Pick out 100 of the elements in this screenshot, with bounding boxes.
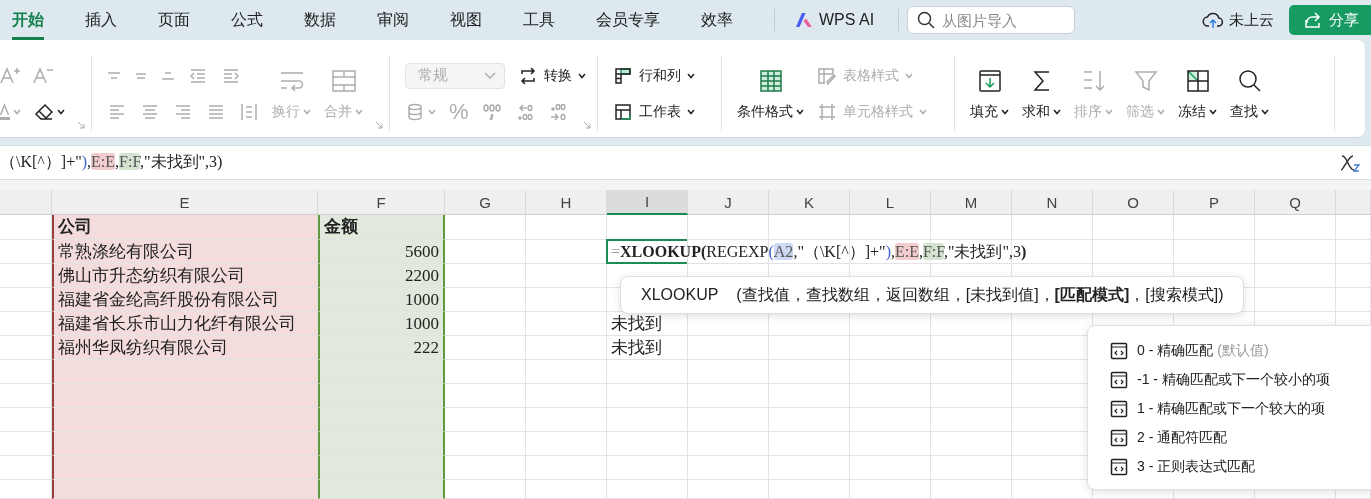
table-cell: 未找到 bbox=[607, 336, 688, 360]
menu-tab[interactable]: 公式 bbox=[231, 0, 263, 40]
share-icon bbox=[1303, 11, 1323, 29]
table-cell: 福建省长乐市山力化纤有限公司 bbox=[52, 312, 318, 336]
table-style-icon bbox=[817, 65, 837, 86]
ribbon-button[interactable]: 填充 bbox=[970, 66, 1009, 121]
column-header[interactable]: F bbox=[318, 190, 445, 215]
caret-icon bbox=[578, 72, 586, 79]
table-cell bbox=[1336, 215, 1371, 240]
chevron-icon bbox=[484, 71, 496, 80]
code-icon bbox=[1110, 341, 1128, 360]
menu-tab[interactable]: 数据 bbox=[304, 0, 336, 40]
table-cell: 福州华凤纺织有限公司 bbox=[52, 336, 318, 360]
caret-icon bbox=[1105, 108, 1113, 115]
code-icon bbox=[1110, 399, 1128, 418]
column-header[interactable]: E bbox=[52, 190, 318, 215]
ribbon-button[interactable]: 转换 bbox=[518, 65, 586, 86]
column-header[interactable]: K bbox=[769, 190, 850, 215]
caret-icon bbox=[428, 108, 436, 115]
table-cell bbox=[1336, 264, 1371, 288]
ribbon-button[interactable]: 行和列 bbox=[613, 65, 695, 86]
align-top-icon bbox=[107, 71, 121, 80]
code-icon bbox=[1110, 428, 1128, 447]
column-header[interactable]: L bbox=[850, 190, 931, 215]
column-header[interactable]: M bbox=[931, 190, 1012, 215]
menu-tab[interactable]: 视图 bbox=[450, 0, 482, 40]
font-color-icon bbox=[0, 101, 10, 122]
formula-text[interactable]: （\K[^）]+"),E:E,F:F,"未找到",3) bbox=[0, 152, 223, 173]
table-cell: 佛山市升态纺织有限公司 bbox=[52, 264, 318, 288]
table-cell: 1000 bbox=[318, 288, 445, 312]
caret-icon bbox=[1209, 108, 1217, 115]
menu-item[interactable]: 1 - 精确匹配或下一个较大的项 bbox=[1110, 394, 1371, 423]
cell-formula[interactable]: =XLOOKUP(REGEXP(A2,"（\K[^）]+"),E:E,F:F,"未找到",3) bbox=[611, 243, 1031, 260]
menu-tab[interactable]: 效率 bbox=[701, 0, 733, 40]
column-header[interactable]: I bbox=[607, 190, 688, 215]
caret-icon bbox=[796, 108, 804, 115]
share-button[interactable]: 分享 bbox=[1289, 5, 1371, 35]
column-header[interactable] bbox=[1336, 190, 1371, 215]
column-header[interactable]: H bbox=[526, 190, 607, 215]
caret-icon bbox=[355, 108, 363, 115]
column-header[interactable]: Q bbox=[1255, 190, 1336, 215]
caret-icon bbox=[687, 108, 695, 115]
table-cell bbox=[1336, 240, 1371, 264]
menu-item[interactable]: 0 - 精确匹配 (默认值) bbox=[1110, 336, 1371, 365]
table-cell: 常熟涤纶有限公司 bbox=[52, 240, 318, 264]
menu-tab[interactable]: 审阅 bbox=[377, 0, 409, 40]
search-field[interactable]: 从图片导入 bbox=[907, 6, 1076, 34]
ai-button[interactable]: WPS AI bbox=[795, 11, 875, 29]
caret-icon bbox=[303, 108, 311, 115]
caret-icon bbox=[1001, 108, 1009, 115]
table-cell: 金额 bbox=[318, 215, 445, 240]
eraser-icon bbox=[34, 101, 54, 122]
caret-icon bbox=[905, 72, 913, 79]
function-signature: (查找值，查找数组，返回数组，[未找到值]，[匹配模式]，[搜索模式]) bbox=[736, 284, 1224, 305]
code-icon bbox=[1110, 370, 1128, 389]
rows-columns-icon bbox=[613, 65, 633, 86]
column-header[interactable]: O bbox=[1093, 190, 1174, 215]
column-header[interactable]: P bbox=[1174, 190, 1255, 215]
align-middle-icon bbox=[134, 71, 148, 80]
logo-icon bbox=[795, 11, 813, 29]
ribbon-button[interactable]: 查找 bbox=[1230, 66, 1269, 121]
thousands-separator-icon bbox=[481, 101, 502, 122]
table-cell: 222 bbox=[318, 336, 445, 360]
menu-tab[interactable]: 会员专享 bbox=[596, 0, 660, 40]
column-header[interactable]: G bbox=[445, 190, 526, 215]
ribbon-button[interactable]: 工作表 bbox=[613, 101, 695, 122]
toolbar-button[interactable] bbox=[34, 101, 65, 122]
align-bottom-icon bbox=[161, 71, 175, 80]
table-cell: 1000 bbox=[318, 312, 445, 336]
menu-tab[interactable]: 工具 bbox=[523, 0, 555, 40]
worksheet-icon bbox=[613, 101, 633, 122]
swap-arrows-icon bbox=[518, 65, 538, 86]
cell-style-icon bbox=[817, 101, 837, 122]
caret-icon bbox=[1261, 108, 1269, 115]
menu-item[interactable]: -1 - 精确匹配或下一个较小的项 bbox=[1110, 365, 1371, 394]
menu-item[interactable]: 2 - 通配符匹配 bbox=[1110, 423, 1371, 452]
menu-tab[interactable]: 插入 bbox=[85, 0, 117, 40]
ribbon-button[interactable]: 条件格式 bbox=[737, 66, 804, 121]
ribbon-button[interactable]: 求和 bbox=[1022, 66, 1061, 121]
table-cell: 福建省金纶高纤股份有限公司 bbox=[52, 288, 318, 312]
table-cell: 5600 bbox=[318, 240, 445, 264]
caret-icon bbox=[57, 108, 65, 115]
column-header[interactable]: N bbox=[1012, 190, 1093, 215]
cloud-status-button[interactable]: 未上云 bbox=[1202, 10, 1274, 30]
table-cell: 公司 bbox=[52, 215, 318, 240]
menu-item[interactable]: 3 - 正则表达式匹配 bbox=[1110, 452, 1371, 481]
ribbon-button[interactable]: 冻结 bbox=[1178, 66, 1217, 121]
column-header[interactable] bbox=[0, 190, 52, 215]
column-header[interactable]: J bbox=[688, 190, 769, 215]
cloud-upload-icon bbox=[1202, 10, 1224, 30]
table-cell: 2200 bbox=[318, 264, 445, 288]
caret-icon bbox=[1157, 108, 1165, 115]
caret-icon bbox=[919, 108, 927, 115]
menu-tab[interactable]: 页面 bbox=[158, 0, 190, 40]
function-name: XLOOKUP bbox=[641, 286, 719, 304]
caret-icon bbox=[687, 72, 695, 79]
caret-icon bbox=[1053, 108, 1061, 115]
font-grow-icon bbox=[0, 65, 20, 86]
distributed-icon bbox=[239, 101, 259, 122]
font-shrink-icon bbox=[33, 65, 53, 86]
